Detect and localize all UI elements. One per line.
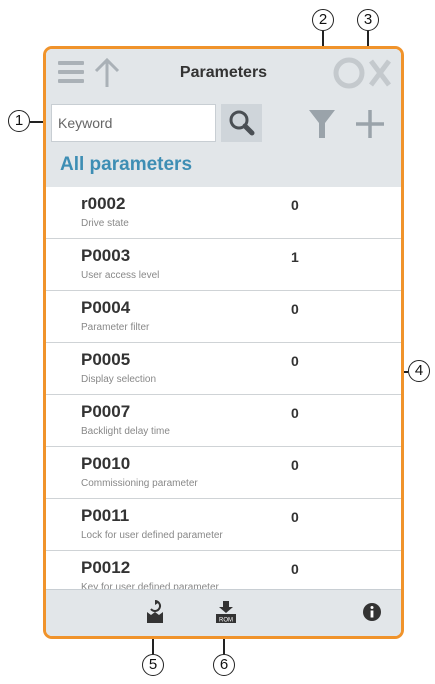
parameter-description: Commissioning parameter [81, 478, 198, 489]
footer-toolbar: ROM [46, 589, 401, 636]
parameter-row[interactable]: P0007 Backlight delay time 0 [46, 395, 401, 447]
info-icon[interactable] [360, 600, 384, 624]
filter-icon[interactable] [308, 107, 336, 141]
callout-3: 3 [357, 9, 379, 31]
parameter-row[interactable]: P0011 Lock for user defined parameter 0 [46, 499, 401, 551]
parameter-id: P0003 [81, 246, 131, 265]
parameter-row[interactable]: r0002 Drive state 0 [46, 187, 401, 239]
parameter-description: Display selection [81, 374, 157, 385]
parameter-value: 1 [291, 249, 299, 265]
callout-5: 5 [142, 654, 164, 676]
parameter-value: 0 [291, 197, 299, 213]
parameter-row[interactable]: P0010 Commissioning parameter 0 [46, 447, 401, 499]
search-icon [229, 110, 255, 136]
parameter-value: 0 [291, 301, 299, 317]
parameter-value: 0 [291, 561, 299, 577]
parameter-description: Backlight delay time [81, 426, 170, 437]
save-to-rom-icon[interactable]: ROM [214, 600, 238, 624]
parameter-description: Drive state [81, 218, 129, 229]
parameter-id: P0005 [81, 350, 131, 369]
parameter-value: 0 [291, 509, 299, 525]
upload-to-drive-icon[interactable] [143, 600, 167, 624]
parameter-value: 0 [291, 405, 299, 421]
search-toolbar: All parameters [46, 99, 401, 187]
parameter-id: P0011 [81, 506, 130, 525]
app-header: Parameters [46, 49, 401, 99]
section-title: All parameters [60, 154, 193, 175]
parameter-id: P0004 [81, 298, 131, 317]
app-frame: Parameters All parameters r0002 Drive st… [43, 46, 404, 639]
search-button[interactable] [221, 104, 262, 142]
parameter-value: 0 [291, 457, 299, 473]
parameter-row[interactable]: P0004 Parameter filter 0 [46, 291, 401, 343]
parameter-id: P0010 [81, 454, 131, 473]
parameter-id: r0002 [81, 194, 126, 213]
parameter-id: P0012 [81, 558, 131, 577]
callout-4: 4 [408, 360, 430, 382]
parameter-value: 0 [291, 353, 299, 369]
status-icons [333, 57, 391, 89]
search-input[interactable] [51, 104, 216, 142]
parameter-list: r0002 Drive state 0 P0003 User access le… [46, 187, 401, 602]
parameter-description: Lock for user defined parameter [81, 530, 223, 541]
rom-label: ROM [219, 618, 233, 624]
callout-2: 2 [312, 9, 334, 31]
parameter-row[interactable]: P0003 User access level 1 [46, 239, 401, 291]
plus-icon[interactable] [353, 107, 387, 141]
callout-6: 6 [213, 654, 235, 676]
parameter-description: User access level [81, 270, 160, 281]
parameter-id: P0007 [81, 402, 131, 421]
parameter-row[interactable]: P0005 Display selection 0 [46, 343, 401, 395]
callout-1: 1 [8, 110, 30, 132]
parameter-description: Parameter filter [81, 322, 150, 333]
